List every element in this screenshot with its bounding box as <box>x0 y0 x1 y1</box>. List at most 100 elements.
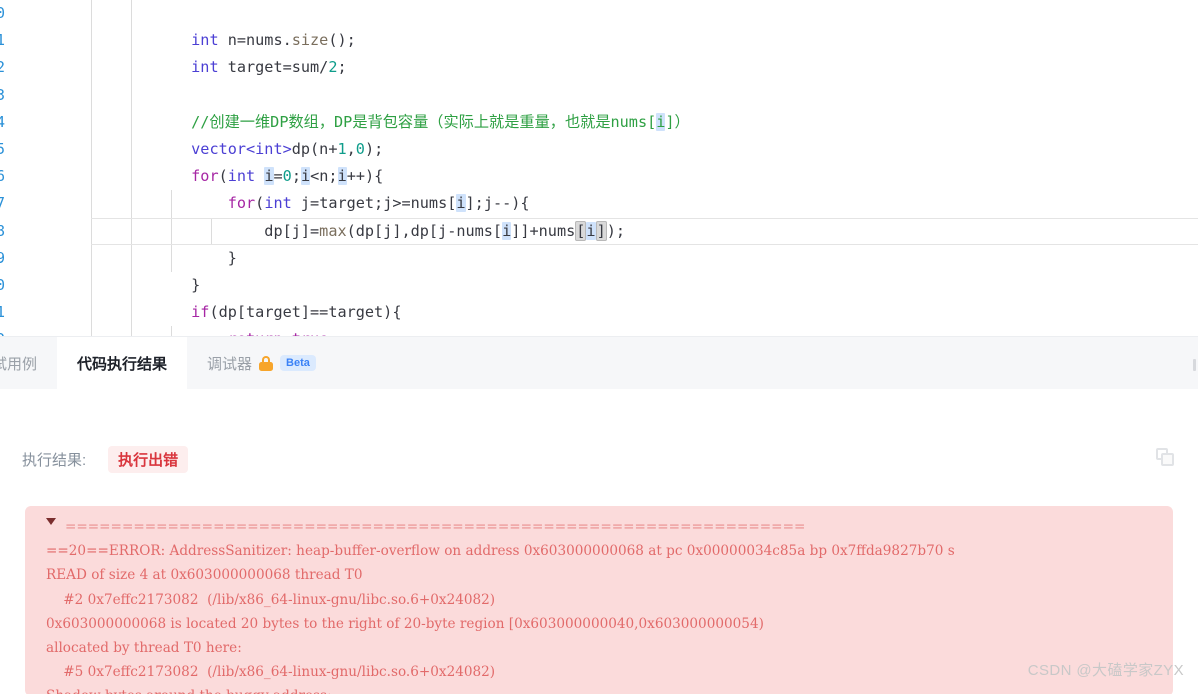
code-token: <n; <box>310 167 338 186</box>
code-token: max <box>319 221 347 240</box>
code-line[interactable]: 12 int target=sum/2; <box>0 54 1198 82</box>
result-tab-bar: 试用例 代码执行结果 调试器 Beta <box>0 336 1198 389</box>
code-token: 0 <box>282 167 292 186</box>
error-line: ==20==ERROR: AddressSanitizer: heap-buff… <box>46 543 955 560</box>
code-token: ]） <box>665 112 690 131</box>
code-token: int <box>227 167 256 186</box>
copy-icon[interactable] <box>1156 448 1176 468</box>
code-line-text: } <box>118 245 237 272</box>
indent-guide <box>131 0 132 28</box>
indent-guide <box>91 0 92 28</box>
indent-guide <box>91 163 92 191</box>
indent-guide <box>131 190 132 218</box>
line-number: 16 <box>0 167 6 186</box>
code-lines-container: 1011 int n=nums.size();12 int target=sum… <box>0 0 1198 336</box>
indent-guide <box>131 81 132 109</box>
indent-guide <box>131 108 132 136</box>
line-number: 21 <box>0 303 6 322</box>
code-token: ; <box>337 58 347 77</box>
code-token: target=sum/ <box>218 58 329 77</box>
code-line[interactable]: 22 return true; <box>0 326 1198 336</box>
code-token: size <box>291 31 329 50</box>
line-number: 18 <box>0 221 6 240</box>
indent-guide <box>91 271 92 300</box>
code-line[interactable]: 18 dp[j]=max(dp[j],dp[j-nums[i]]+nums[i]… <box>0 217 1198 245</box>
indent-guide <box>131 217 132 245</box>
code-line[interactable]: 13 <box>0 81 1198 109</box>
code-token: i <box>300 167 311 186</box>
tab-label: 调试器 <box>207 355 253 373</box>
error-line: Shadow bytes around the buggy address: <box>25 684 1173 694</box>
code-line[interactable]: 17 for(int j=target;j>=nums[i];j--){ <box>0 190 1198 218</box>
code-line-text: dp[j]=max(dp[j],dp[j-nums[i]]+nums[i]); <box>118 218 625 245</box>
code-token: for <box>227 194 256 213</box>
indent-guide <box>91 244 92 272</box>
tab-result[interactable]: 代码执行结果 <box>57 337 188 389</box>
indent-guide <box>171 217 172 245</box>
code-token: dp(n+ <box>291 140 338 159</box>
indent-guide <box>91 299 92 327</box>
code-line[interactable]: 15 vector<int>dp(n+1,0); <box>0 135 1198 164</box>
code-line[interactable]: 20 } <box>0 271 1198 300</box>
code-line-text: int target=sum/2; <box>118 54 347 81</box>
tab-testcase[interactable]: 试用例 <box>0 337 57 389</box>
line-number: 15 <box>0 140 6 159</box>
indent-guide <box>171 190 172 218</box>
code-line-text: if(dp[target]==target){ <box>118 299 401 326</box>
code-line[interactable]: 11 int n=nums.size(); <box>0 27 1198 55</box>
leetcode-editor-page: 1011 int n=nums.size();12 int target=sum… <box>0 0 1198 694</box>
indent-guide <box>131 135 132 164</box>
code-line-text: //创建一维DP数组，DP是背包容量（实际上就是重量，也就是nums[i]） <box>118 109 690 136</box>
code-line[interactable]: 19 } <box>0 244 1198 272</box>
code-line-text: for(int j=target;j>=nums[i];j--){ <box>118 190 530 217</box>
status-badge: 执行出错 <box>108 446 189 473</box>
code-line[interactable]: 21 if(dp[target]==target){ <box>0 299 1198 327</box>
code-token: 1 <box>337 140 347 159</box>
indent-guide <box>211 217 212 245</box>
line-number: 22 <box>0 326 17 336</box>
tab-debugger[interactable]: 调试器 Beta <box>187 337 336 389</box>
tabbar-resize-handle[interactable] <box>1193 359 1196 371</box>
code-line[interactable]: 10 <box>0 0 1198 28</box>
code-token: 0 <box>355 140 365 159</box>
code-token: ); <box>364 140 384 159</box>
code-token: = <box>273 167 283 186</box>
indent-guide <box>131 244 132 272</box>
collapse-caret-icon[interactable] <box>46 518 56 525</box>
line-number: 12 <box>0 58 6 77</box>
line-number: 19 <box>0 248 6 267</box>
code-editor[interactable]: 1011 int n=nums.size();12 int target=sum… <box>0 0 1198 336</box>
lock-shackle <box>262 355 271 363</box>
code-line[interactable]: 16 for(int i=0;i<n;i++){ <box>0 163 1198 191</box>
lock-icon <box>259 355 274 371</box>
code-token: ] <box>595 220 607 241</box>
indent-guide <box>131 27 132 55</box>
code-line-text: vector<int>dp(n+1,0); <box>118 136 383 163</box>
code-line[interactable]: 14 //创建一维DP数组，DP是背包容量（实际上就是重量，也就是nums[i]… <box>0 108 1198 136</box>
indent-guide <box>131 271 132 300</box>
code-token: if <box>191 303 210 322</box>
code-line-text: int n=nums.size(); <box>118 27 356 54</box>
code-token: j=target;j>=nums <box>291 194 448 213</box>
code-token: ++){ <box>346 167 384 186</box>
error-output-box[interactable]: ========================================… <box>25 506 1173 694</box>
copy-icon-front-square <box>1161 453 1174 466</box>
code-token: i <box>264 167 274 186</box>
code-token: [ <box>647 112 657 131</box>
indent-guide <box>91 217 92 245</box>
code-token: ( <box>255 194 265 213</box>
line-number: 10 <box>0 4 6 23</box>
error-line: #5 0x7effc2173082 (/lib/x86_64-linux-gnu… <box>46 664 496 681</box>
code-token: } <box>118 248 237 267</box>
active-line-border-top <box>91 217 1198 219</box>
indent-guide <box>171 326 172 336</box>
code-token: (dp[j],dp[j-nums <box>346 221 493 240</box>
execution-result-panel: 执行结果: 执行出错 =============================… <box>0 408 1198 694</box>
